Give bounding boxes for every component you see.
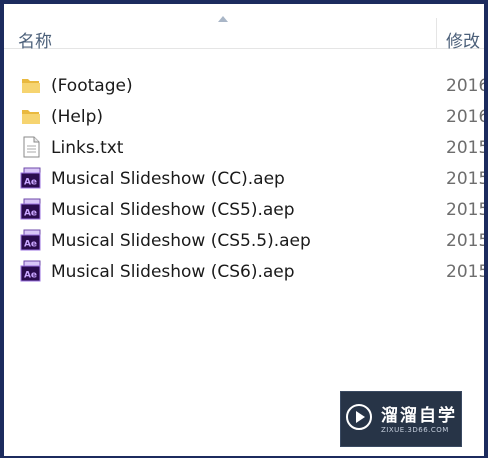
file-row-aep-cs6[interactable]: Ae Musical Slideshow (CS6).aep 2015	[4, 257, 484, 287]
file-explorer-window: 名称 修改 (Footage) 2016 (Help) 2016 Links.t…	[4, 4, 484, 456]
file-name: Musical Slideshow (CS5.5).aep	[51, 231, 311, 251]
file-modified-date: 2015	[446, 231, 484, 251]
file-name: (Footage)	[51, 76, 133, 96]
file-modified-date: 2016	[446, 76, 484, 96]
svg-text:Ae: Ae	[24, 271, 37, 281]
name-column-header[interactable]: 名称	[18, 32, 52, 52]
file-name: Musical Slideshow (CS5).aep	[51, 200, 295, 220]
file-name: Links.txt	[51, 138, 124, 158]
file-row-aep-cs55[interactable]: Ae Musical Slideshow (CS5.5).aep 2015	[4, 226, 484, 256]
file-modified-date: 2015	[446, 262, 484, 282]
svg-text:Ae: Ae	[24, 240, 37, 250]
folder-icon	[20, 105, 42, 127]
watermark-badge: 溜溜自学 ZIXUE.3D66.COM	[340, 391, 462, 447]
file-row-links[interactable]: Links.txt 2015	[4, 133, 484, 163]
file-modified-date: 2015	[446, 200, 484, 220]
after-effects-file-icon: Ae	[20, 229, 42, 251]
column-header: 名称 修改	[4, 16, 484, 52]
svg-text:Ae: Ae	[24, 178, 37, 188]
watermark-subtitle: ZIXUE.3D66.COM	[381, 426, 449, 434]
play-logo-icon	[345, 403, 373, 431]
after-effects-file-icon: Ae	[20, 198, 42, 220]
file-row-help[interactable]: (Help) 2016	[4, 102, 484, 132]
file-row-aep-cs5[interactable]: Ae Musical Slideshow (CS5).aep 2015	[4, 195, 484, 225]
after-effects-file-icon: Ae	[20, 260, 42, 282]
text-file-icon	[20, 136, 42, 158]
file-row-aep-cc[interactable]: Ae Musical Slideshow (CC).aep 2015	[4, 164, 484, 194]
folder-icon	[20, 74, 42, 96]
file-name: (Help)	[51, 107, 104, 127]
file-row-footage[interactable]: (Footage) 2016	[4, 71, 484, 101]
file-modified-date: 2016	[446, 107, 484, 127]
column-divider[interactable]	[436, 18, 437, 48]
watermark-title: 溜溜自学	[381, 406, 457, 426]
file-name: Musical Slideshow (CC).aep	[51, 169, 285, 189]
file-modified-date: 2015	[446, 138, 484, 158]
after-effects-file-icon: Ae	[20, 167, 42, 189]
file-modified-date: 2015	[446, 169, 484, 189]
modified-column-header[interactable]: 修改	[446, 32, 480, 52]
sort-ascending-icon	[218, 16, 228, 22]
svg-text:Ae: Ae	[24, 209, 37, 219]
file-name: Musical Slideshow (CS6).aep	[51, 262, 295, 282]
